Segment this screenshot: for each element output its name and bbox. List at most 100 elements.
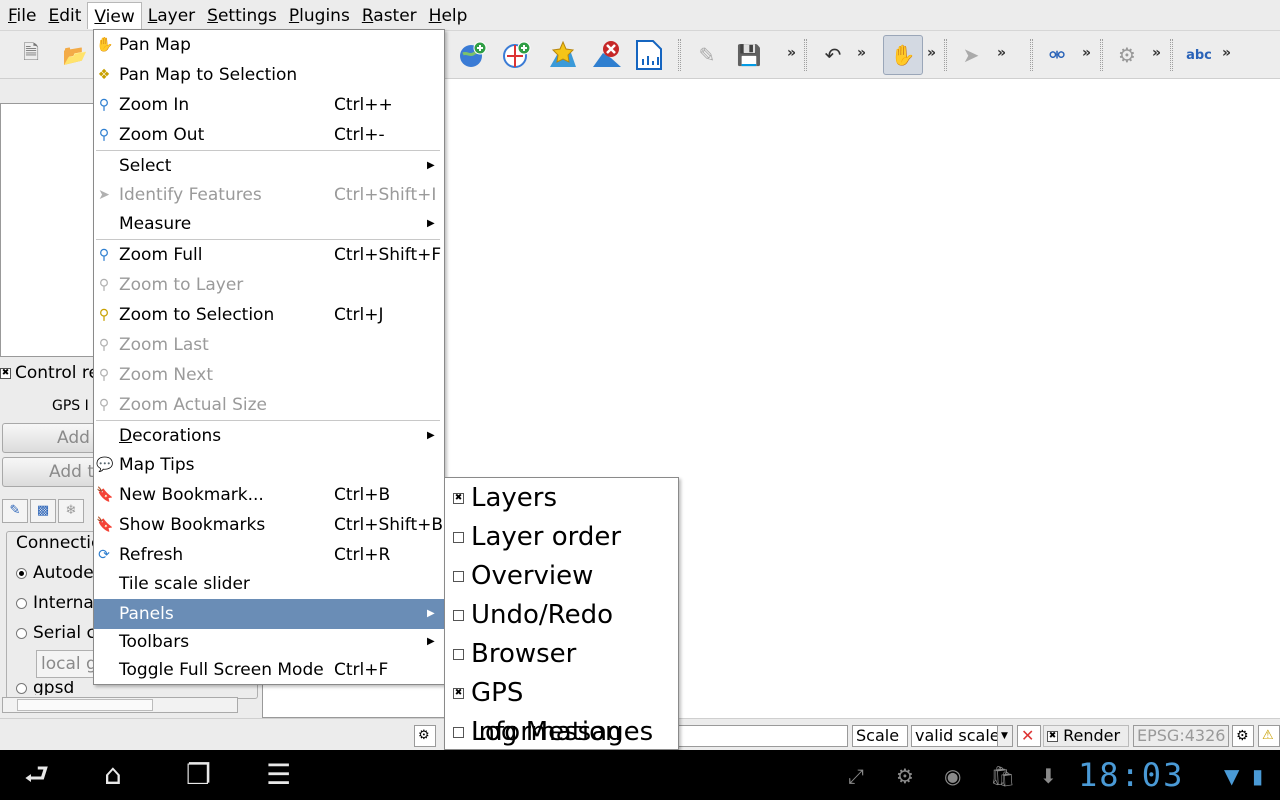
menu-item-pan-map-selection[interactable]: ❖ Pan Map to Selection [94, 60, 444, 90]
menu-icon[interactable]: ☰ [266, 760, 291, 790]
scale-combo[interactable]: valid scale [911, 725, 1001, 747]
toolbar-more-3[interactable]: » [927, 45, 936, 61]
menu-file[interactable]: File [2, 2, 42, 29]
control-rendering-checkbox[interactable]: ✖ [0, 367, 11, 379]
radio-button-icon[interactable] [16, 627, 27, 639]
crs-settings-icon[interactable]: ⚙ [1232, 725, 1254, 747]
radio-button-icon[interactable] [16, 597, 27, 609]
menu-item-identify-features[interactable]: ➤ Identify Features Ctrl+Shift+I [94, 180, 444, 210]
menu-item-new-bookmark[interactable]: 🔖 New Bookmark... Ctrl+B [94, 480, 444, 510]
menu-help[interactable]: Help [423, 2, 474, 29]
toolbar-more-1[interactable]: » [787, 45, 796, 61]
menu-plugins[interactable]: Plugins [283, 2, 356, 29]
toolbar-more-4[interactable]: » [997, 45, 1006, 61]
back-icon[interactable]: ⮐ [24, 760, 49, 790]
menu-item-zoom-last[interactable]: ⚲ Zoom Last [94, 330, 444, 360]
label-tool-icon[interactable]: abc [1182, 38, 1216, 72]
home-icon[interactable]: ⌂ [104, 760, 122, 790]
panel-checkbox[interactable] [453, 727, 464, 738]
toolbar-more-2[interactable]: » [857, 45, 866, 61]
panel-item-undo-redo[interactable]: Undo/Redo [445, 596, 678, 635]
tab-signal-icon[interactable]: ▩ [30, 499, 56, 523]
panel-item-log-messages[interactable]: Log Messages [445, 713, 678, 752]
panel-checkbox[interactable]: ✖ [453, 688, 464, 699]
menu-item-zoom-full[interactable]: ⚲ Zoom Full Ctrl+Shift+F [94, 240, 444, 270]
coordinate-field[interactable] [678, 725, 848, 747]
identify-icon[interactable]: ➤ [954, 38, 988, 72]
render-toggle[interactable]: ✖ Render [1043, 725, 1129, 747]
menu-help-label: elp [441, 5, 468, 26]
radio-internal[interactable]: Interna [16, 593, 94, 613]
toggle-extents-icon[interactable]: ⚙ [414, 725, 436, 747]
new-project-icon[interactable]: 🗎 [14, 38, 48, 72]
menu-item-tile-scale-slider[interactable]: Tile scale slider [94, 569, 444, 599]
panel-item-browser[interactable]: Browser [445, 635, 678, 674]
horizontal-scrollbar[interactable] [2, 697, 238, 713]
panel-checkbox[interactable] [453, 649, 464, 660]
menu-item-toggle-full-screen[interactable]: Toggle Full Screen Mode Ctrl+F [94, 655, 444, 685]
menu-item-pan-map[interactable]: ✋ Pan Map [94, 30, 444, 60]
panel-checkbox[interactable]: ✖ [453, 493, 464, 504]
menu-item-show-bookmarks[interactable]: 🔖 Show Bookmarks Ctrl+Shift+B [94, 510, 444, 540]
fullscreen-icon[interactable]: ⤢ [848, 764, 864, 788]
radio-gpsd[interactable]: gpsd [16, 681, 74, 695]
menu-item-zoom-next[interactable]: ⚲ Zoom Next [94, 360, 444, 390]
menu-item-toolbars[interactable]: Toolbars ▶ [94, 627, 444, 657]
radio-button-icon[interactable] [16, 567, 27, 579]
crs-status[interactable]: EPSG:4326 [1133, 725, 1229, 747]
radio-autodetect[interactable]: Autode [16, 563, 94, 583]
menu-item-zoom-actual-size[interactable]: ⚲ Zoom Actual Size [94, 390, 444, 420]
radio-serial[interactable]: Serial c [16, 623, 96, 643]
map-canvas-lower[interactable] [262, 684, 446, 718]
menu-edit[interactable]: Edit [42, 2, 87, 29]
panel-checkbox[interactable] [453, 571, 464, 582]
undo-icon[interactable]: ↶ [816, 38, 850, 72]
panel-checkbox[interactable] [453, 610, 464, 621]
menu-item-label: Zoom Actual Size [119, 395, 267, 415]
toggle-editing-icon[interactable]: ✎ [690, 38, 724, 72]
panel-item-gps-information[interactable]: ✖ GPS Information [445, 674, 678, 747]
warning-icon[interactable]: ⚠ [1258, 725, 1280, 747]
add-delimited-text-icon[interactable] [632, 38, 666, 72]
add-wms-layer-icon[interactable] [456, 38, 490, 72]
add-wfs-layer-icon[interactable] [500, 38, 534, 72]
radio-button-icon[interactable] [16, 682, 27, 694]
panel-item-layer-order[interactable]: Layer order [445, 518, 678, 557]
scale-dropdown-chevron-down-icon[interactable]: ▼ [997, 725, 1013, 747]
scrollbar-thumb[interactable] [17, 699, 153, 711]
menu-item-measure[interactable]: Measure ▶ [94, 209, 444, 239]
toolbar-more-5[interactable]: » [1082, 45, 1091, 61]
panel-checkbox[interactable] [453, 532, 464, 543]
menu-item-panels[interactable]: Panels ▶ [94, 599, 444, 629]
menu-item-map-tips[interactable]: 💬 Map Tips [94, 450, 444, 480]
toolbar-more-7[interactable]: » [1222, 45, 1231, 61]
tab-satellite-icon[interactable]: ❄ [58, 499, 84, 523]
menu-raster[interactable]: Raster [356, 2, 423, 29]
menu-item-zoom-to-selection[interactable]: ⚲ Zoom to Selection Ctrl+J [94, 300, 444, 330]
menu-item-zoom-in[interactable]: ⚲ Zoom In Ctrl++ [94, 90, 444, 120]
menu-settings[interactable]: Settings [201, 2, 283, 29]
menu-item-zoom-to-layer[interactable]: ⚲ Zoom to Layer [94, 270, 444, 300]
menu-item-zoom-out[interactable]: ⚲ Zoom Out Ctrl+- [94, 120, 444, 150]
panel-item-layers[interactable]: ✖ Layers [445, 479, 678, 518]
panel-item-label: Undo/Redo [471, 600, 613, 630]
remove-layer-icon[interactable] [590, 38, 624, 72]
pan-hand-icon[interactable]: ✋ [883, 35, 923, 75]
tab-position-icon[interactable]: ✎ [2, 499, 28, 523]
menu-item-refresh[interactable]: ⟳ Refresh Ctrl+R [94, 540, 444, 570]
recent-apps-icon[interactable]: ❐ [186, 760, 211, 790]
render-checkbox[interactable]: ✖ [1047, 731, 1058, 742]
attribute-tool-icon[interactable]: ⚮ [1040, 38, 1074, 72]
panel-item-overview[interactable]: Overview [445, 557, 678, 596]
menu-layer[interactable]: Layer [142, 2, 201, 29]
save-edits-icon[interactable]: 💾 [732, 38, 766, 72]
toolbar-more-6[interactable]: » [1152, 45, 1161, 61]
menu-item-decorations[interactable]: Decorations ▶ [94, 421, 444, 451]
menu-item-select[interactable]: Select ▶ [94, 151, 444, 181]
menu-view[interactable]: View [87, 1, 142, 29]
open-project-icon[interactable]: 📂 [58, 38, 92, 72]
control-rendering-row[interactable]: ✖ Control re [0, 363, 99, 383]
new-spatialite-layer-icon[interactable] [546, 38, 580, 72]
stop-render-icon[interactable]: ✕ [1017, 725, 1041, 747]
digitize-icon[interactable]: ⚙ [1110, 38, 1144, 72]
